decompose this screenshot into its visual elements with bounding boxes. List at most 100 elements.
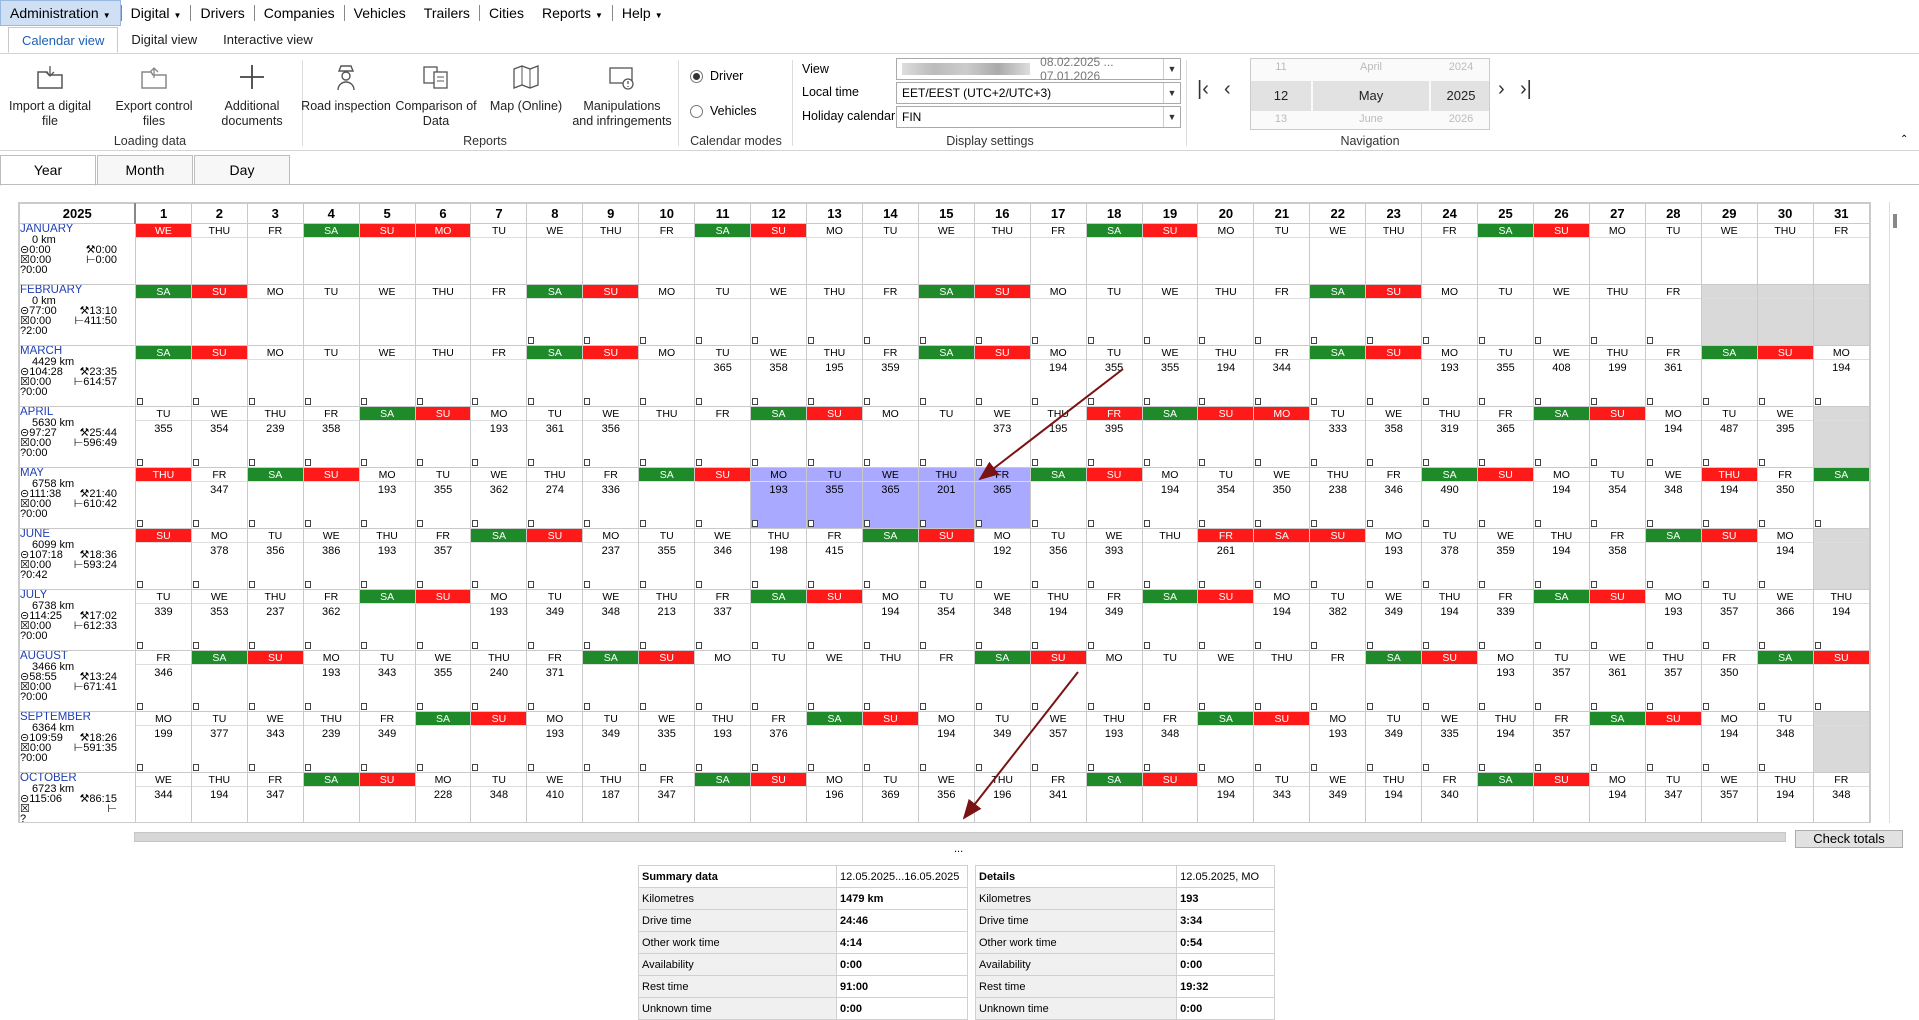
calendar-day-cell[interactable]: THU bbox=[582, 223, 640, 285]
calendar-day-cell[interactable]: SU bbox=[134, 528, 192, 590]
calendar-day-cell[interactable]: TU 355 bbox=[414, 467, 472, 529]
calendar-day-cell[interactable]: THU bbox=[1141, 528, 1199, 590]
calendar-day-cell[interactable]: SA 490 bbox=[1421, 467, 1479, 529]
calendar-day-cell[interactable]: FR 358 bbox=[302, 406, 360, 468]
calendar-day-cell[interactable]: SU bbox=[302, 467, 360, 529]
calendar-day-cell[interactable]: SA bbox=[917, 284, 975, 346]
calendar-day-cell[interactable]: SA bbox=[1533, 589, 1590, 651]
calendar-day-cell[interactable]: SU bbox=[1588, 406, 1646, 468]
calendar-day-cell[interactable]: SU bbox=[1365, 345, 1423, 407]
calendar-day-cell[interactable]: SU bbox=[1533, 772, 1590, 822]
calendar-day-cell[interactable]: FR 415 bbox=[806, 528, 863, 590]
calendar-day-cell[interactable]: THU 357 bbox=[1644, 650, 1702, 712]
calendar-day-cell[interactable]: SU bbox=[190, 284, 248, 346]
calendar-day-cell[interactable]: MO 194 bbox=[1029, 345, 1087, 407]
export-control-files-button[interactable]: Export control files bbox=[108, 60, 200, 129]
calendar-day-cell[interactable]: SA bbox=[1533, 406, 1590, 468]
calendar-day-cell[interactable]: FR 365 bbox=[1477, 406, 1534, 468]
calendar-day-cell[interactable]: THU bbox=[1253, 650, 1311, 712]
calendar-day-cell[interactable]: WE 366 bbox=[1756, 589, 1814, 651]
calendar-day-cell[interactable]: SU bbox=[1756, 345, 1814, 407]
calendar-day-cell[interactable]: THU bbox=[806, 284, 863, 346]
calendar-day-cell[interactable]: MO 196 bbox=[806, 772, 863, 822]
calendar-day-cell[interactable]: WE 343 bbox=[246, 711, 304, 773]
calendar-day-cell[interactable]: MO 237 bbox=[582, 528, 640, 590]
calendar-day-cell[interactable]: SU bbox=[1141, 772, 1199, 822]
calendar-day-cell[interactable]: THU 193 bbox=[358, 528, 416, 590]
calendar-day-cell[interactable]: WE 355 bbox=[1141, 345, 1199, 407]
calendar-day-cell[interactable]: TU 349 bbox=[973, 711, 1031, 773]
calendar-day-cell[interactable]: SU bbox=[1421, 650, 1479, 712]
calendar-day-cell[interactable]: THU 319 bbox=[1421, 406, 1479, 468]
calendar-day-cell[interactable]: SU bbox=[1365, 284, 1423, 346]
calendar-day-cell[interactable]: SA bbox=[190, 650, 248, 712]
calendar-day-cell[interactable]: SU bbox=[1588, 589, 1646, 651]
calendar-day-cell[interactable]: TU 347 bbox=[1644, 772, 1702, 822]
vehicles-mode-radio[interactable]: Vehicles bbox=[690, 104, 757, 118]
calendar-day-cell[interactable]: SA bbox=[1141, 589, 1199, 651]
calendar-day-cell[interactable]: THU 195 bbox=[1029, 406, 1087, 468]
calendar-day-cell[interactable]: TU 382 bbox=[1309, 589, 1367, 651]
calendar-day-cell[interactable]: THU bbox=[973, 223, 1031, 285]
calendar-day-cell[interactable]: THU 237 bbox=[246, 589, 304, 651]
calendar-day-cell[interactable]: WE 349 bbox=[1365, 589, 1423, 651]
calendar-day-cell[interactable]: WE 359 bbox=[1477, 528, 1534, 590]
calendar-day-cell[interactable]: SA bbox=[134, 284, 192, 346]
calendar-day-cell[interactable]: MO bbox=[1253, 406, 1311, 468]
calendar-day-cell[interactable]: WE bbox=[358, 345, 416, 407]
calendar-day-cell[interactable]: TU 339 bbox=[134, 589, 192, 651]
calendar-day-cell[interactable]: THU 196 bbox=[973, 772, 1031, 822]
last-icon[interactable]: ›| bbox=[1520, 78, 1532, 101]
first-icon[interactable]: |‹ bbox=[1197, 78, 1209, 101]
calendar-day-cell[interactable]: FR 349 bbox=[358, 711, 416, 773]
calendar-day-cell[interactable]: SA bbox=[750, 406, 808, 468]
calendar-day-cell[interactable]: WE bbox=[750, 284, 808, 346]
calendar-day-cell[interactable]: MO 228 bbox=[414, 772, 472, 822]
calendar-day-cell[interactable]: SU bbox=[1141, 223, 1199, 285]
calendar-day-cell[interactable]: SA bbox=[1085, 223, 1143, 285]
calendar-day-cell[interactable]: SA bbox=[694, 772, 752, 822]
calendar-day-cell[interactable]: TU bbox=[302, 345, 360, 407]
calendar-day-cell[interactable]: TU bbox=[1141, 650, 1199, 712]
calendar-day-cell[interactable]: FR 336 bbox=[582, 467, 640, 529]
calendar-day-cell[interactable]: MO 194 bbox=[1197, 772, 1255, 822]
calendar-day-cell[interactable]: SU bbox=[806, 406, 863, 468]
calendar-day-cell[interactable]: SA bbox=[358, 589, 416, 651]
calendar-day-cell[interactable]: TU 377 bbox=[190, 711, 248, 773]
calendar-day-cell[interactable]: FR bbox=[1421, 223, 1479, 285]
calendar-day-cell[interactable]: SU bbox=[1029, 650, 1087, 712]
tab-year[interactable]: Year bbox=[0, 155, 96, 186]
calendar-day-cell[interactable]: TU 487 bbox=[1700, 406, 1758, 468]
calendar-day-cell[interactable]: WE 356 bbox=[582, 406, 640, 468]
date-navigator[interactable]: 11 12 13 April May June 2024 2025 2026 bbox=[1250, 58, 1490, 130]
menu-help[interactable]: Help ▼ bbox=[613, 0, 672, 26]
calendar-day-cell[interactable]: TU 361 bbox=[526, 406, 584, 468]
calendar-day-cell[interactable]: THU 239 bbox=[302, 711, 360, 773]
calendar-day-cell[interactable]: FR 365 bbox=[973, 467, 1031, 529]
comparison-of-data-button[interactable]: Comparison of Data bbox=[390, 60, 482, 129]
calendar-day-cell[interactable]: SU bbox=[582, 345, 640, 407]
calendar-day-cell[interactable]: TU 357 bbox=[1700, 589, 1758, 651]
calendar-day-cell[interactable]: WE bbox=[1197, 650, 1255, 712]
calendar-day-cell[interactable]: MO bbox=[1588, 223, 1646, 285]
chevron-down-icon[interactable]: ▼ bbox=[1163, 107, 1180, 127]
calendar-day-cell[interactable]: SU bbox=[694, 467, 752, 529]
calendar-day-cell[interactable]: MO bbox=[246, 345, 304, 407]
calendar-day-cell[interactable]: MO 192 bbox=[973, 528, 1031, 590]
calendar-day-cell[interactable]: SU bbox=[1197, 406, 1255, 468]
menu-companies[interactable]: Companies bbox=[255, 0, 344, 26]
calendar-day-cell[interactable]: THU 187 bbox=[582, 772, 640, 822]
manipulations-infringements-button[interactable]: Manipulations and infringements bbox=[572, 60, 672, 129]
chevron-down-icon[interactable]: ▼ bbox=[1163, 59, 1180, 79]
calendar-day-cell[interactable]: TU 349 bbox=[582, 711, 640, 773]
calendar-day-cell[interactable]: MO 193 bbox=[1421, 345, 1479, 407]
calendar-day-cell[interactable]: FR 357 bbox=[414, 528, 472, 590]
calendar-day-cell[interactable]: SA bbox=[1812, 467, 1870, 529]
calendar-day-cell[interactable]: FR 371 bbox=[526, 650, 584, 712]
month-summary-cell[interactable]: OCTOBER 6723 km ⊝115:06 ⚒86:15 ☒ ⊢? bbox=[19, 772, 136, 822]
calendar-day-cell[interactable]: SA bbox=[1644, 528, 1702, 590]
calendar-day-cell[interactable]: SA bbox=[358, 406, 416, 468]
holiday-calendar-select[interactable]: FIN ▼ bbox=[896, 106, 1181, 128]
import-digital-file-button[interactable]: Import a digital file bbox=[4, 60, 96, 129]
calendar-day-cell[interactable]: WE bbox=[806, 650, 863, 712]
